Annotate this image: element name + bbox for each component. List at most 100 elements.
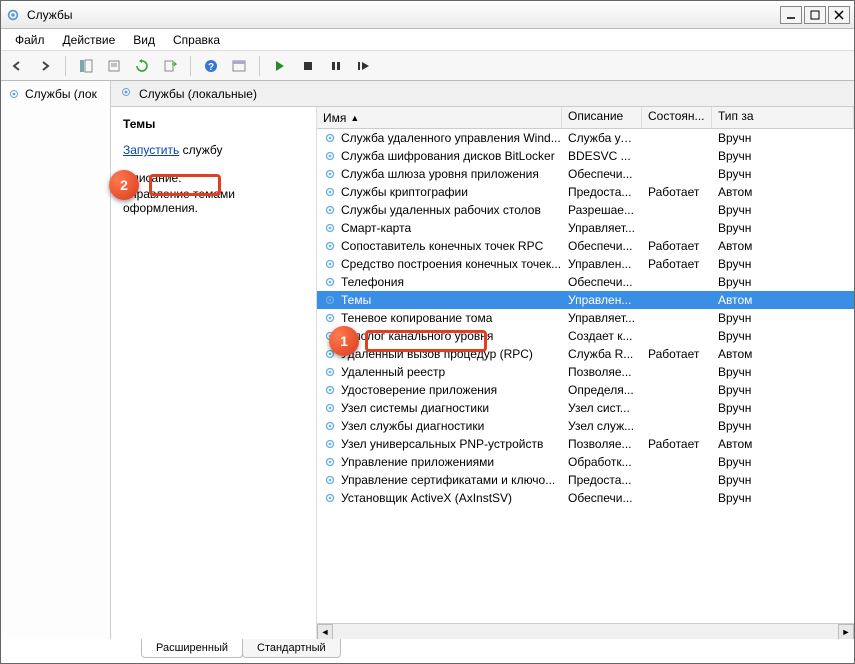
service-desc: Обеспечи... [562,275,642,289]
service-name: Смарт-карта [341,221,411,235]
back-button[interactable] [5,54,29,78]
service-row[interactable]: Управление сертификатами и ключо...Предо… [317,471,854,489]
service-row[interactable]: Управление приложениямиОбработк...Вручн [317,453,854,471]
tree-label: Службы (лок [25,87,97,101]
horizontal-scrollbar[interactable]: ◄ ► [317,623,854,639]
service-row[interactable]: Средство построения конечных точек...Упр… [317,255,854,273]
minimize-button[interactable] [780,6,802,24]
service-name: Управление приложениями [341,455,494,469]
gear-icon [323,455,337,469]
service-type: Вручн [712,491,854,505]
service-row[interactable]: Служба шифрования дисков BitLockerBDESVC… [317,147,854,165]
service-row[interactable]: Смарт-карта Управляет... Вручн [317,219,854,237]
properties-button[interactable] [102,54,126,78]
service-name: Удостоверение приложения [341,383,497,397]
scroll-track[interactable] [333,624,838,639]
service-desc: Управляет... [562,311,642,325]
gear-icon [323,167,337,181]
service-desc: Управлен... [562,257,642,271]
service-row[interactable]: Удаленный реестрПозволяе...Вручн [317,363,854,381]
tree-pane[interactable]: Службы (лок [1,81,111,639]
tab-standard[interactable]: Стандартный [242,639,341,658]
column-name[interactable]: Имя ▲ [317,107,562,128]
callout-badge-1: 1 [329,326,359,356]
service-row[interactable]: ТелефонияОбеспечи...Вручн [317,273,854,291]
selected-service-name: Темы [123,117,304,131]
titlebar[interactable]: Службы [1,1,854,29]
service-row[interactable]: Сопоставитель конечных точек RPCОбеспечи… [317,237,854,255]
scroll-right-button[interactable]: ► [838,624,854,639]
service-type: Вручн [712,365,854,379]
export-button[interactable] [158,54,182,78]
service-state: Работает [642,257,712,271]
service-desc: Позволяе... [562,437,642,451]
service-type: Вручн [712,221,854,235]
gear-icon [323,185,337,199]
service-row[interactable]: Служба шлюза уровня приложенияОбеспечи..… [317,165,854,183]
gear-icon [323,293,337,307]
service-name: Сопоставитель конечных точек RPC [341,239,543,253]
gear-icon [7,87,21,101]
tab-extended[interactable]: Расширенный [141,639,243,658]
service-name: Службы удаленных рабочих столов [341,203,541,217]
menu-help[interactable]: Справка [165,31,228,49]
action-rest: службу [179,143,222,157]
detail-header: Службы (локальные) [111,81,854,107]
pause-service-button[interactable] [324,54,348,78]
detail-pane: Службы (локальные) Темы Запустить службу… [111,81,854,639]
column-state[interactable]: Состоян... [642,107,712,128]
service-type: Вручн [712,131,854,145]
menu-file[interactable]: Файл [7,31,53,49]
service-row[interactable]: Теневое копирование томаУправляет...Вруч… [317,309,854,327]
service-type: Вручн [712,203,854,217]
service-row[interactable]: Установщик ActiveX (AxInstSV)Обеспечи...… [317,489,854,507]
svg-text:?: ? [208,62,214,73]
service-name: Управление сертификатами и ключо... [341,473,555,487]
close-button[interactable] [828,6,850,24]
gear-icon [323,275,337,289]
service-desc: BDESVC ... [562,149,642,163]
service-type: Вручн [712,167,854,181]
service-row[interactable]: Узел системы диагностикиУзел сист...Вруч… [317,399,854,417]
service-row[interactable]: ТемыУправлен...Автом [317,291,854,309]
start-service-link[interactable]: Запустить [123,143,179,157]
service-row[interactable]: Службы удаленных рабочих столовРазрешае.… [317,201,854,219]
menu-action[interactable]: Действие [55,31,124,49]
help-button[interactable]: ? [199,54,223,78]
service-name: Узел системы диагностики [341,401,489,415]
start-service-button[interactable] [268,54,292,78]
service-type: Вручн [712,473,854,487]
restart-service-button[interactable] [352,54,376,78]
forward-button[interactable] [33,54,57,78]
service-type: Вручн [712,311,854,325]
toolbar-icon[interactable] [227,54,251,78]
service-row[interactable]: Удостоверение приложенияОпределя...Вручн [317,381,854,399]
service-desc: Управляет... [562,221,642,235]
scroll-left-button[interactable]: ◄ [317,624,333,639]
service-type: Вручн [712,275,854,289]
column-description[interactable]: Описание [562,107,642,128]
service-state: Работает [642,437,712,451]
service-name: Узел службы диагностики [341,419,484,433]
callout-box-2 [149,174,221,196]
service-row[interactable]: Службы криптографииПредоста...РаботаетАв… [317,183,854,201]
service-type: Вручн [712,329,854,343]
service-row[interactable]: Узел службы диагностикиУзел служ...Вручн [317,417,854,435]
stop-service-button[interactable] [296,54,320,78]
maximize-button[interactable] [804,6,826,24]
service-list: Имя ▲ Описание Состоян... Тип за Служба … [316,107,854,639]
sort-indicator-icon: ▲ [350,113,359,123]
show-hide-tree-button[interactable] [74,54,98,78]
gear-icon [323,473,337,487]
service-row[interactable]: Узел универсальных PNP-устройствПозволяе… [317,435,854,453]
service-row[interactable]: Служба удаленного управления Wind...Служ… [317,129,854,147]
callout-2: 2 [109,170,221,200]
menu-view[interactable]: Вид [125,31,163,49]
service-name: Удаленный реестр [341,365,445,379]
gear-icon [323,401,337,415]
gear-icon [323,311,337,325]
refresh-button[interactable] [130,54,154,78]
tree-item-services[interactable]: Службы (лок [5,85,106,103]
column-type[interactable]: Тип за [712,107,854,128]
callout-box-1 [365,330,487,352]
